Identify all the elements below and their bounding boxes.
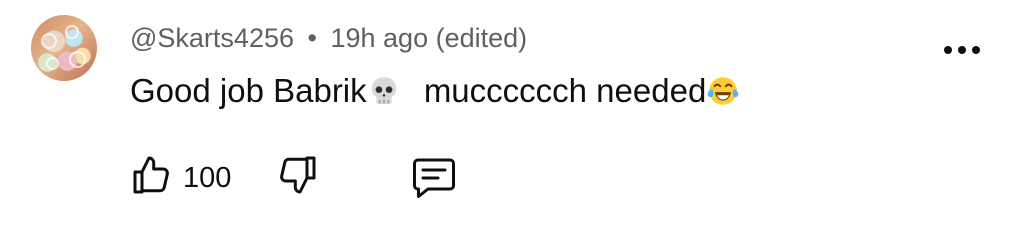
- header-separator: •: [307, 23, 317, 53]
- comment-time[interactable]: 19h ago: [330, 23, 428, 53]
- like-count: 100: [183, 162, 232, 194]
- thumbs-up-icon[interactable]: [128, 152, 174, 198]
- author-name[interactable]: @Skarts4256: [130, 23, 294, 53]
- comment-icon[interactable]: [410, 153, 458, 201]
- more-vertical-icon[interactable]: [938, 30, 986, 70]
- comment-text-part2: mucccccch needed: [423, 72, 707, 109]
- comment-text-part1: Good job Babrik: [130, 72, 367, 109]
- comment-card: @Skarts4256 • 19h ago (edited) Good job …: [0, 0, 1024, 240]
- skull-emoji: [371, 77, 396, 105]
- tears-of-joy-emoji: [707, 77, 739, 105]
- edited-tag: (edited): [435, 23, 528, 53]
- comment-header: @Skarts4256 • 19h ago (edited): [130, 20, 527, 56]
- avatar[interactable]: [31, 15, 97, 81]
- comment-text: Good job Babrik mucccccch needed: [130, 68, 740, 114]
- thumbs-down-icon[interactable]: [276, 152, 324, 200]
